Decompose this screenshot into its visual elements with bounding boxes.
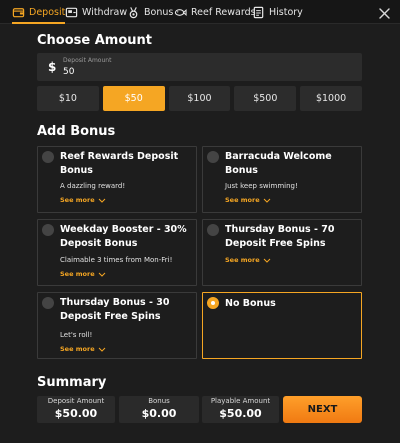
playable-amount-value: $50.00 [219, 407, 262, 420]
deposit-amount-input[interactable]: $ Deposit Amount 50 [37, 53, 362, 81]
bonus-card-thursday-70[interactable]: Thursday Bonus - 70 Deposit Free Spins S… [202, 219, 362, 286]
tab-history[interactable]: History [252, 0, 303, 24]
deposit-amount-label: Deposit Amount [47, 397, 105, 405]
tab-label: Deposit [29, 6, 66, 18]
preset-10-button[interactable]: $10 [37, 86, 99, 111]
summary-heading: Summary [37, 375, 107, 390]
bonus-card-reef-rewards[interactable]: Reef Rewards Deposit Bonus A dazzling re… [37, 146, 197, 213]
bonus-label: Bonus [148, 397, 170, 405]
tab-bar: Deposit Withdraw Bonus Reef Rewards Hist… [0, 0, 400, 24]
deposit-amount-value[interactable]: 50 [63, 67, 74, 77]
choose-amount-heading: Choose Amount [37, 33, 153, 48]
bonus-description: Let's roll! [60, 331, 93, 339]
bonus-card-thursday-30[interactable]: Thursday Bonus - 30 Deposit Free Spins L… [37, 292, 197, 359]
bonus-radio[interactable] [207, 224, 219, 236]
summary-playable-amount: Playable Amount $50.00 [202, 396, 279, 423]
deposit-modal: Deposit Withdraw Bonus Reef Rewards Hist… [0, 0, 400, 443]
withdraw-icon [65, 6, 78, 19]
chevron-down-icon [98, 272, 105, 277]
tab-label: History [269, 6, 303, 18]
bonus-description: A dazzling reward! [60, 182, 126, 190]
bonus-title: Thursday Bonus - 30 Deposit Free Spins [60, 297, 170, 322]
preset-50-button[interactable]: $50 [102, 86, 165, 111]
close-icon[interactable] [378, 5, 391, 19]
deposit-amount-label: Deposit Amount [63, 57, 112, 64]
bonus-radio-selected[interactable] [207, 297, 219, 309]
tab-withdraw[interactable]: Withdraw [65, 0, 127, 24]
bonus-radio[interactable] [42, 151, 54, 163]
preset-500-button[interactable]: $500 [234, 86, 297, 111]
bonus-value: $0.00 [141, 407, 177, 420]
summary-deposit-amount: Deposit Amount $50.00 [37, 396, 115, 423]
bonus-title: Thursday Bonus - 70 Deposit Free Spins [225, 224, 335, 249]
tab-label: Withdraw [82, 6, 128, 18]
summary-bonus: Bonus $0.00 [119, 396, 199, 423]
tab-deposit[interactable]: Deposit [12, 0, 66, 24]
bonus-radio[interactable] [42, 224, 54, 236]
document-icon [252, 6, 265, 19]
fish-icon [174, 6, 187, 19]
bonus-description: Just keep swimming! [225, 182, 298, 190]
see-more-link[interactable]: See more [225, 196, 271, 204]
see-more-link[interactable]: See more [225, 256, 271, 264]
tab-label: Reef Rewards [191, 6, 256, 18]
bonus-card-barracuda-welcome[interactable]: Barracuda Welcome Bonus Just keep swimmi… [202, 146, 362, 213]
bonus-title: No Bonus [225, 298, 276, 309]
see-more-link[interactable]: See more [60, 196, 106, 204]
bonus-card-no-bonus[interactable]: No Bonus [202, 292, 362, 359]
bonus-radio[interactable] [42, 297, 54, 309]
chevron-down-icon [263, 258, 270, 263]
preset-1000-button[interactable]: $1000 [300, 86, 362, 111]
medal-icon [127, 6, 140, 19]
preset-100-button[interactable]: $100 [168, 86, 231, 111]
chevron-down-icon [98, 198, 105, 203]
add-bonus-heading: Add Bonus [37, 124, 116, 139]
chevron-down-icon [98, 347, 105, 352]
deposit-amount-value: $50.00 [54, 407, 98, 420]
playable-amount-label: Playable Amount [210, 397, 271, 405]
bonus-title: Barracuda Welcome Bonus [225, 151, 332, 176]
bonus-radio[interactable] [207, 151, 219, 163]
preset-amounts: $10 $50 $100 $500 $1000 [37, 86, 362, 111]
tab-label: Bonus [144, 6, 174, 18]
see-more-link[interactable]: See more [60, 270, 106, 278]
bonus-title: Weekday Booster - 30% Deposit Bonus [60, 224, 187, 249]
see-more-link[interactable]: See more [60, 345, 106, 353]
tab-reef-rewards[interactable]: Reef Rewards [174, 0, 256, 24]
wallet-icon [12, 6, 25, 19]
next-button[interactable]: NEXT [283, 396, 362, 423]
bonus-description: Claimable 3 times from Mon-Fri! [60, 256, 173, 264]
currency-symbol: $ [48, 60, 57, 74]
tab-bonus[interactable]: Bonus [127, 0, 173, 24]
bonus-title: Reef Rewards Deposit Bonus [60, 151, 179, 176]
chevron-down-icon [263, 198, 270, 203]
bonus-card-weekday-booster[interactable]: Weekday Booster - 30% Deposit Bonus Clai… [37, 219, 197, 286]
